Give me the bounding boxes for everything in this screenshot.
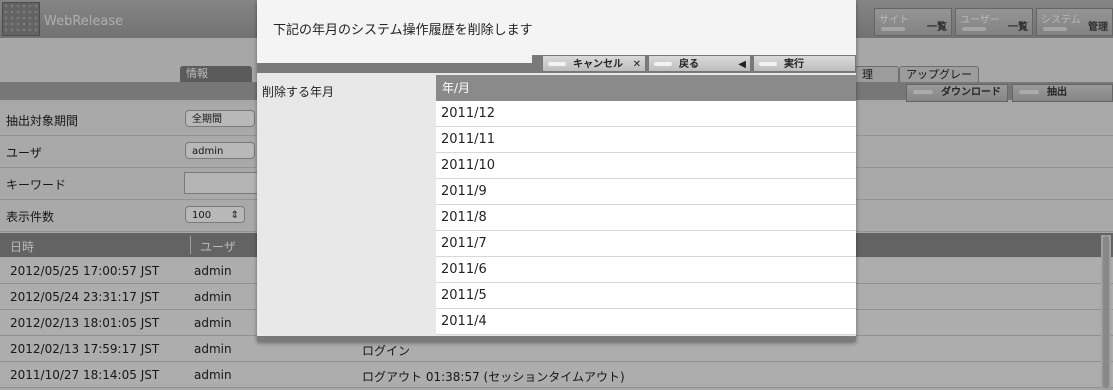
button-indicator [548, 62, 566, 66]
month-row: 2011/9 [436, 179, 856, 205]
month-row: 2011/12 [436, 101, 856, 127]
month-table: 年/月 2011/12 2011/11 2011/10 2011/9 2011/… [436, 75, 856, 335]
execute-label: 実行 [784, 59, 804, 70]
dialog-footer-bar [257, 336, 856, 341]
button-indicator [759, 62, 777, 66]
close-icon: ✕ [632, 59, 641, 70]
month-row: 2011/8 [436, 205, 856, 231]
dialog-bar-notch [257, 55, 532, 63]
delete-months-label: 削除する年月 [262, 85, 335, 99]
cancel-button[interactable]: キャンセル ✕ [542, 55, 646, 72]
dialog-message: 下記の年月のシステム操作履歴を削除します [273, 23, 533, 38]
execute-button[interactable]: 実行 [753, 55, 856, 72]
delete-history-dialog: 下記の年月のシステム操作履歴を削除します キャンセル ✕ 戻る ◀ 実行 削除す… [257, 0, 856, 341]
month-row: 2011/11 [436, 127, 856, 153]
cancel-label: キャンセル [573, 59, 623, 70]
month-row: 2011/10 [436, 153, 856, 179]
back-arrow-icon: ◀ [738, 59, 746, 70]
month-row: 2011/4 [436, 309, 856, 335]
dialog-message-area: 下記の年月のシステム操作履歴を削除します [257, 0, 856, 55]
month-row: 2011/6 [436, 257, 856, 283]
button-indicator [654, 62, 672, 66]
month-row: 2011/5 [436, 283, 856, 309]
month-table-header: 年/月 [436, 75, 856, 101]
back-label: 戻る [679, 59, 699, 70]
dialog-label-column: 削除する年月 [257, 75, 435, 336]
month-row: 2011/7 [436, 231, 856, 257]
back-button[interactable]: 戻る ◀ [648, 55, 751, 72]
